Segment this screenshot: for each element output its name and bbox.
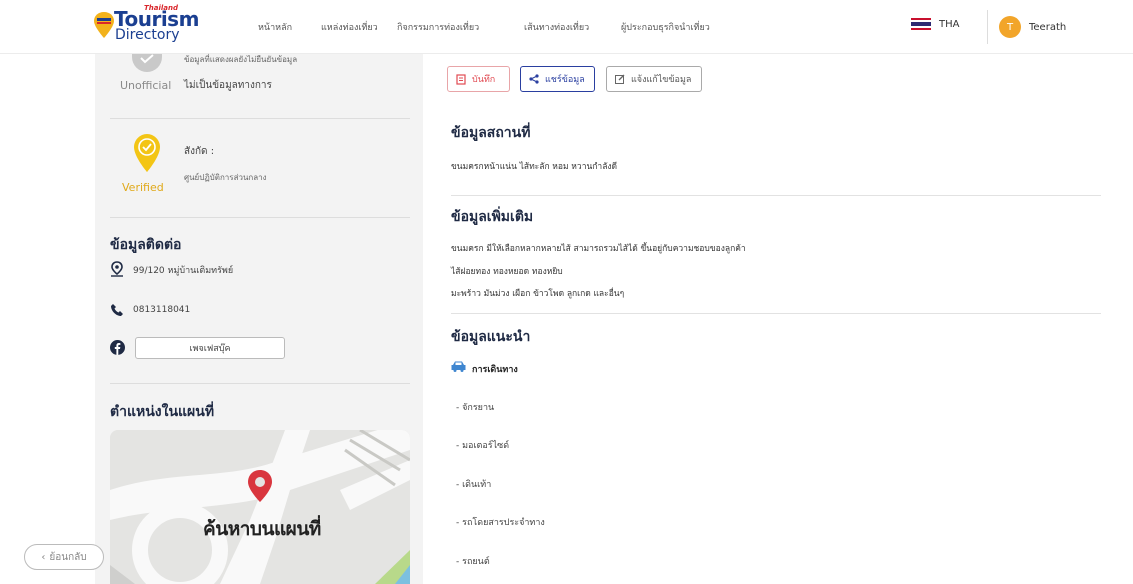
facebook-page-button[interactable]: เพจเฟสบุ๊ค (135, 337, 285, 359)
logo-tourism-text: Tourism (114, 7, 199, 31)
affiliation-label: สังกัด : (184, 146, 215, 157)
nav-home[interactable]: หน้าหลัก (258, 20, 292, 34)
tourism-directory-logo[interactable]: Thailand Tourism Directory (94, 4, 204, 46)
travel-item: - รถโดยสารประจำทาง (456, 518, 545, 528)
sidebar-divider (110, 217, 410, 218)
sidebar-panel: ข้อมูลที่แสดงผลยังไม่ยืนยันข้อมูล Unoffi… (95, 54, 423, 584)
contact-phone[interactable]: 0813118041 (133, 305, 190, 315)
extra-info-line: ไส้ฝอยทอง ทองหยอด ทองหยิบ (451, 267, 563, 277)
place-info-title: ข้อมูลสถานที่ (451, 125, 531, 141)
map-title: ตำแหน่งในแผนที่ (110, 404, 215, 420)
unofficial-text: ไม่เป็นข้อมูลทางการ (184, 80, 272, 91)
back-button[interactable]: ‹ ย้อนกลับ (24, 544, 104, 570)
bookmark-icon (456, 73, 466, 85)
header-separator (987, 10, 988, 44)
affiliation-value: ศูนย์ปฏิบัติการส่วนกลาง (184, 173, 267, 182)
contact-address: 99/120 หมู่บ้านเติมทรัพย์ (133, 266, 234, 276)
report-edit-button-label: แจ้งแก้ไขข้อมูล (631, 75, 692, 85)
unofficial-badge-icon (132, 54, 162, 72)
facebook-icon (110, 340, 125, 355)
share-button-label: แชร์ข้อมูล (545, 75, 585, 85)
map-image (110, 430, 410, 584)
sidebar-divider (110, 383, 410, 384)
extra-info-title: ข้อมูลเพิ่มเติม (451, 209, 534, 225)
map-preview[interactable]: ค้นหาบนแผนที่ (110, 430, 410, 584)
verified-label: Verified (122, 181, 164, 194)
content-divider (451, 195, 1101, 196)
avatar: T (999, 16, 1021, 38)
recommend-title: ข้อมูลแนะนำ (451, 329, 531, 345)
travel-label: การเดินทาง (472, 365, 518, 375)
car-icon (451, 361, 466, 372)
verified-pin-icon (134, 134, 160, 172)
location-pin-icon (111, 261, 123, 277)
user-name: Teerath (1029, 21, 1067, 33)
back-button-label: ย้อนกลับ (49, 551, 87, 563)
phone-icon (111, 304, 123, 316)
unverified-note: ข้อมูลที่แสดงผลยังไม่ยืนยันข้อมูล (184, 55, 298, 64)
contact-title: ข้อมูลติดต่อ (110, 237, 182, 253)
extra-info-line: มะพร้าว มันม่วง เผือก ข้าวโพด ลูกเกด และ… (451, 289, 625, 299)
thai-flag-icon (911, 18, 931, 30)
sidebar-divider (110, 118, 410, 119)
nav-activities[interactable]: กิจกรรมการท่องเที่ยว (397, 20, 479, 34)
travel-item: - มอเตอร์ไซด์ (456, 441, 510, 451)
nav-attractions[interactable]: แหล่งท่องเที่ยว (321, 20, 378, 34)
extra-info-line: ขนมครก มีให้เลือกหลากหลายไส้ สามารถรวมไส… (451, 244, 746, 254)
travel-item: - จักรยาน (456, 403, 495, 413)
content-divider (451, 313, 1101, 314)
edit-icon (615, 74, 625, 84)
logo-pin-icon (94, 12, 114, 38)
logo-directory-text: Directory (115, 27, 180, 43)
chevron-left-icon: ‹ (41, 551, 46, 563)
report-edit-button[interactable]: แจ้งแก้ไขข้อมูล (606, 66, 702, 92)
search-on-map-label[interactable]: ค้นหาบนแผนที่ (203, 514, 321, 544)
travel-item: - รถยนต์ (456, 557, 490, 567)
language-selector[interactable]: THA (911, 18, 959, 30)
top-navbar: Thailand Tourism Directory หน้าหลัก แหล่… (0, 0, 1133, 54)
share-button[interactable]: แชร์ข้อมูล (520, 66, 595, 92)
nav-routes[interactable]: เส้นทางท่องเที่ยว (524, 20, 589, 34)
share-icon (529, 74, 539, 84)
language-label: THA (939, 18, 960, 30)
save-button[interactable]: บันทึก (447, 66, 510, 92)
place-info-text: ขนมครกหน้าแน่น ไส้ทะลัก หอม หวานกำลังดี (451, 162, 618, 172)
travel-item: - เดินเท้า (456, 480, 492, 490)
save-button-label: บันทึก (472, 75, 496, 85)
user-menu[interactable]: T Teerath (999, 16, 1066, 38)
unofficial-label: Unofficial (120, 79, 172, 92)
nav-operators[interactable]: ผู้ประกอบธุรกิจนำเที่ยว (621, 20, 710, 34)
